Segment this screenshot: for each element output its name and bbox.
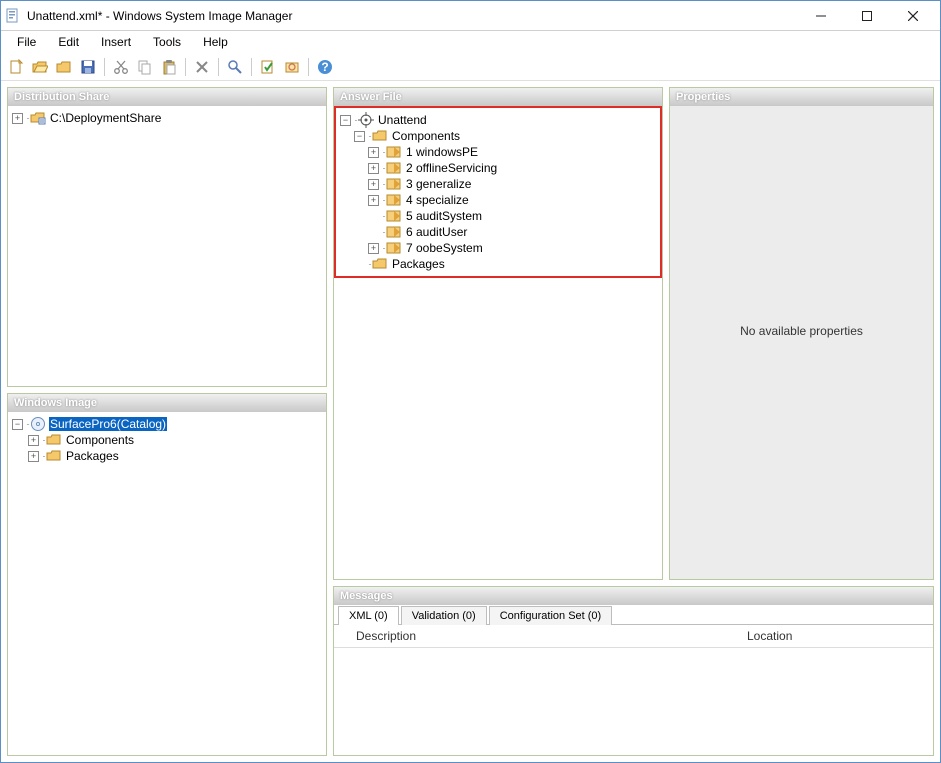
expand-icon[interactable]: +	[368, 147, 379, 158]
expand-icon[interactable]: +	[28, 435, 39, 446]
properties-header: Properties	[670, 88, 933, 106]
answer-packages-label: Packages	[391, 257, 446, 271]
pass-3-node[interactable]: +···3 generalize	[340, 176, 656, 192]
pass-2-label: 2 offlineServicing	[405, 161, 498, 175]
close-button[interactable]	[890, 2, 936, 30]
paste-icon[interactable]	[158, 56, 180, 78]
answer-unattend-label: Unattend	[377, 113, 428, 127]
winimg-packages-label: Packages	[65, 449, 120, 463]
open-icon[interactable]	[29, 56, 51, 78]
validate-icon[interactable]	[257, 56, 279, 78]
expand-icon[interactable]: +	[368, 179, 379, 190]
pass-2-node[interactable]: +···2 offlineServicing	[340, 160, 656, 176]
windows-image-header: Windows Image	[8, 394, 326, 412]
pass-icon	[386, 144, 402, 160]
menu-help[interactable]: Help	[193, 33, 238, 51]
pass-icon	[386, 160, 402, 176]
delete-icon[interactable]	[191, 56, 213, 78]
distribution-share-panel: Distribution Share + ··· C:\DeploymentSh…	[7, 87, 327, 387]
help-icon[interactable]: ?	[314, 56, 336, 78]
properties-panel: Properties No available properties	[669, 87, 934, 580]
cut-icon[interactable]	[110, 56, 132, 78]
expand-icon[interactable]: +	[368, 243, 379, 254]
title-bar: Unattend.xml* - Windows System Image Man…	[1, 1, 940, 31]
folder-icon	[46, 432, 62, 448]
pass-6-label: 6 auditUser	[405, 225, 468, 239]
menu-insert[interactable]: Insert	[91, 33, 141, 51]
answer-unattend-node[interactable]: − ··· Unattend	[340, 112, 656, 128]
close-file-icon[interactable]	[53, 56, 75, 78]
maximize-button[interactable]	[844, 2, 890, 30]
expand-icon[interactable]: +	[368, 195, 379, 206]
folder-icon	[46, 448, 62, 464]
pass-3-label: 3 generalize	[405, 177, 472, 191]
pass-icon	[386, 224, 402, 240]
toolbar: ?	[1, 53, 940, 81]
expand-icon[interactable]: +	[28, 451, 39, 462]
pass-4-label: 4 specialize	[405, 193, 470, 207]
menu-edit[interactable]: Edit	[48, 33, 89, 51]
collapse-icon[interactable]: −	[340, 115, 351, 126]
expand-icon[interactable]: +	[368, 163, 379, 174]
pass-icon	[386, 208, 402, 224]
pass-1-label: 1 windowsPE	[405, 145, 479, 159]
copy-icon[interactable]	[134, 56, 156, 78]
disc-icon	[30, 416, 46, 432]
col-location[interactable]: Location	[747, 629, 927, 643]
answer-file-highlight: − ··· Unattend − ··· Components +···1 wi…	[334, 106, 662, 278]
menu-file[interactable]: File	[7, 33, 46, 51]
new-icon[interactable]	[5, 56, 27, 78]
menu-tools[interactable]: Tools	[143, 33, 191, 51]
col-description[interactable]: Description	[356, 629, 747, 643]
config-set-icon[interactable]	[281, 56, 303, 78]
find-icon[interactable]	[224, 56, 246, 78]
winimg-root-label: SurfacePro6(Catalog)	[49, 417, 167, 431]
tab-xml[interactable]: XML (0)	[338, 606, 399, 625]
folder-share-icon	[30, 110, 46, 126]
answer-components-label: Components	[391, 129, 461, 143]
dist-root-label: C:\DeploymentShare	[49, 111, 162, 125]
pass-icon	[386, 176, 402, 192]
folder-icon	[372, 256, 388, 272]
dist-root-node[interactable]: + ··· C:\DeploymentShare	[12, 110, 322, 126]
folder-icon	[372, 128, 388, 144]
expand-icon[interactable]: +	[12, 113, 23, 124]
messages-list	[334, 648, 933, 755]
minimize-button[interactable]	[798, 2, 844, 30]
target-icon	[358, 112, 374, 128]
answer-packages-node[interactable]: · ··· Packages	[340, 256, 656, 272]
properties-empty-text: No available properties	[670, 324, 933, 338]
winimg-components-label: Components	[65, 433, 135, 447]
menu-bar: File Edit Insert Tools Help	[1, 31, 940, 53]
pass-icon	[386, 240, 402, 256]
messages-header: Messages	[334, 587, 933, 605]
pass-6-node[interactable]: ····6 auditUser	[340, 224, 656, 240]
pass-4-node[interactable]: +···4 specialize	[340, 192, 656, 208]
pass-icon	[386, 192, 402, 208]
answer-file-panel: Answer File − ··· Unattend − ··· Co	[333, 87, 663, 580]
window-title: Unattend.xml* - Windows System Image Man…	[27, 9, 798, 23]
winimg-packages-node[interactable]: + ··· Packages	[12, 448, 322, 464]
collapse-icon[interactable]: −	[354, 131, 365, 142]
messages-columns: Description Location	[334, 625, 933, 648]
messages-panel: Messages XML (0) Validation (0) Configur…	[333, 586, 934, 756]
tab-validation[interactable]: Validation (0)	[401, 606, 487, 625]
answer-components-node[interactable]: − ··· Components	[340, 128, 656, 144]
save-icon[interactable]	[77, 56, 99, 78]
pass-7-node[interactable]: +···7 oobeSystem	[340, 240, 656, 256]
svg-text:?: ?	[321, 60, 328, 74]
app-icon	[5, 8, 21, 24]
winimg-components-node[interactable]: + ··· Components	[12, 432, 322, 448]
distribution-share-header: Distribution Share	[8, 88, 326, 106]
pass-1-node[interactable]: +···1 windowsPE	[340, 144, 656, 160]
collapse-icon[interactable]: −	[12, 419, 23, 430]
answer-file-header: Answer File	[334, 88, 662, 106]
tab-config-set[interactable]: Configuration Set (0)	[489, 606, 613, 625]
pass-5-node[interactable]: ····5 auditSystem	[340, 208, 656, 224]
pass-7-label: 7 oobeSystem	[405, 241, 484, 255]
winimg-root-node[interactable]: − ··· SurfacePro6(Catalog)	[12, 416, 322, 432]
messages-tabs: XML (0) Validation (0) Configuration Set…	[334, 605, 933, 625]
pass-5-label: 5 auditSystem	[405, 209, 483, 223]
windows-image-panel: Windows Image − ··· SurfacePro6(Catalog)…	[7, 393, 327, 756]
